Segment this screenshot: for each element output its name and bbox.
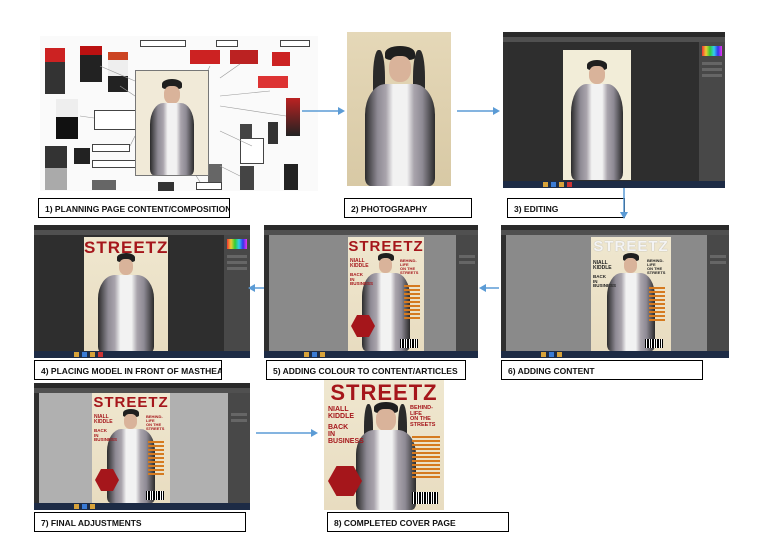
arrow-2-to-3 — [457, 107, 500, 115]
cover-headline-right: BEHIND- LIFE ON THE STREETS — [410, 405, 436, 428]
step2-photo — [347, 32, 451, 186]
step3-label: 3) EDITING — [507, 198, 625, 218]
step3-photoshop-window — [503, 32, 725, 188]
arrow-3-to-6 — [620, 188, 628, 219]
step7-label: 7) FINAL ADJUSTMENTS — [34, 512, 246, 532]
collage-center-photo — [135, 70, 209, 176]
arrow-6-to-5 — [479, 284, 499, 292]
cover-side-articles — [412, 436, 440, 480]
step1-collage — [40, 36, 318, 191]
step8-completed-cover: STREETZ NIALL KIDDLE BACK IN BUSINESS BEHIN… — [324, 380, 444, 510]
arrow-7-to-8 — [256, 429, 318, 437]
step5-photoshop-window: STREETZ NIALL KIDDLE BACK IN BUSINESS BEHIN… — [264, 225, 478, 358]
step7-photoshop-window: STREETZ NIALL KIDDLE BACK IN BUSINESS BEHIN… — [34, 383, 250, 510]
step2-label: 2) PHOTOGRAPHY — [344, 198, 472, 218]
step1-label: 1) PLANNING PAGE CONTENT/COMPOSITION — [38, 198, 230, 218]
step4-photoshop-window: STREETZ — [34, 225, 250, 358]
cover-headline-back: BACK IN BUSINESS — [328, 424, 364, 445]
step6-label: 6) ADDING CONTENT — [501, 360, 703, 380]
cover-barcode — [412, 492, 438, 504]
step5-label: 5) ADDING COLOUR TO CONTENT/ARTICLES — [266, 360, 466, 380]
step6-photoshop-window: STREETZ NIALL KIDDLE BACK IN BUSINESS BEHIN… — [501, 225, 729, 358]
arrow-1-to-2 — [302, 107, 345, 115]
step8-label: 8) COMPLETED COVER PAGE — [327, 512, 509, 532]
cover-headline-name: NIALL KIDDLE — [328, 406, 355, 420]
step4-label: 4) PLACING MODEL IN FRONT OF MASTHEAD — [34, 360, 222, 380]
